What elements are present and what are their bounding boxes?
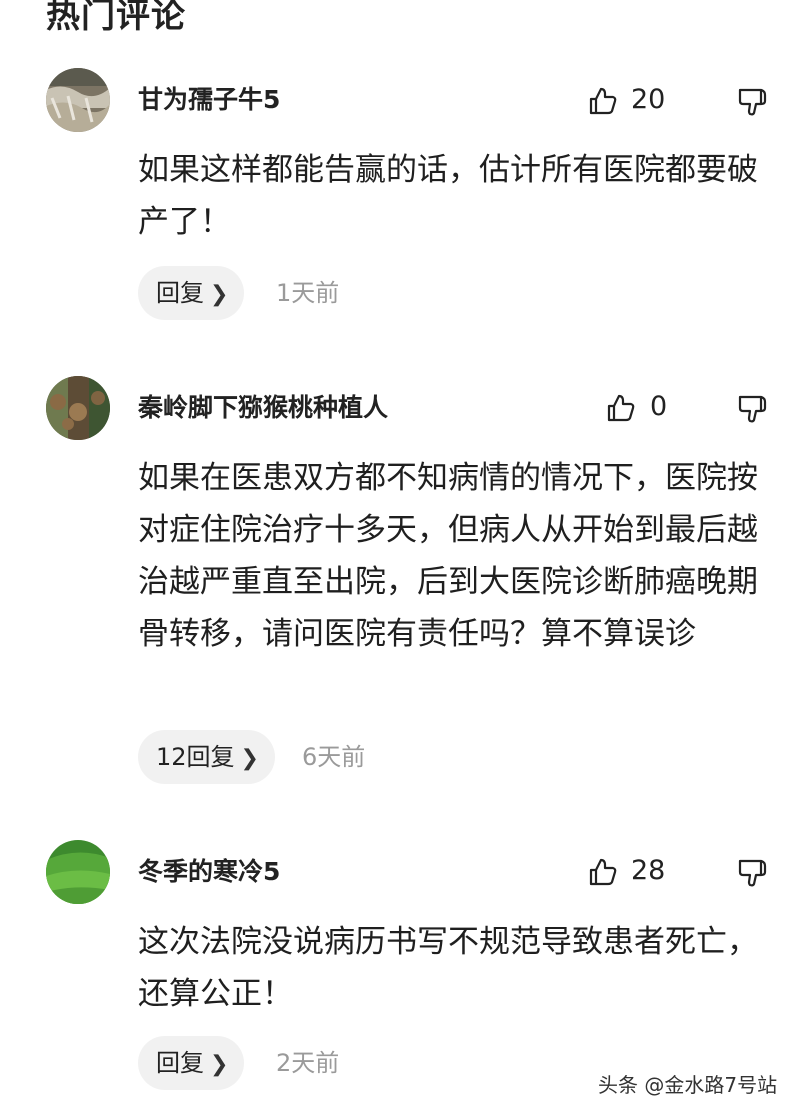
thumb-up-icon[interactable] bbox=[588, 857, 618, 887]
comment-text: 这次法院没说病历书写不规范导致患者死亡，还算公正！ bbox=[138, 924, 758, 1012]
thumb-down-icon[interactable] bbox=[737, 393, 769, 425]
thumb-down-icon[interactable] bbox=[737, 857, 769, 889]
kiwi-fruit-avatar-icon bbox=[46, 376, 110, 440]
comment-text: 如果这样都能告赢的话，估计所有医院都要破产了！ bbox=[138, 152, 758, 240]
reply-label: 回复 bbox=[156, 279, 204, 307]
avatar[interactable] bbox=[46, 840, 110, 904]
like-count: 0 bbox=[650, 391, 668, 422]
comment-time: 2天前 bbox=[276, 1049, 340, 1077]
thumb-up-icon[interactable] bbox=[606, 393, 636, 423]
reply-label: 回复 bbox=[156, 1049, 204, 1077]
like-count: 28 bbox=[631, 855, 666, 886]
reply-button[interactable]: 12回复 ❯ bbox=[138, 730, 275, 784]
reply-label: 12回复 bbox=[156, 743, 235, 771]
chevron-right-icon: ❯ bbox=[210, 1052, 229, 1077]
like-count: 20 bbox=[631, 84, 666, 115]
reply-button[interactable]: 回复 ❯ bbox=[138, 1036, 245, 1090]
watermark: 头条 @金水路7号站 bbox=[598, 1073, 778, 1097]
thumb-up-icon[interactable] bbox=[588, 86, 618, 116]
chevron-right-icon: ❯ bbox=[240, 746, 259, 771]
reply-button[interactable]: 回复 ❯ bbox=[138, 266, 245, 320]
comment-time: 1天前 bbox=[276, 279, 340, 307]
comment-time: 6天前 bbox=[302, 743, 366, 771]
comment-username[interactable]: 秦岭脚下猕猴桃种植人 bbox=[138, 392, 388, 424]
comment-text: 如果在医患双方都不知病情的情况下，医院按对症住院治疗十多天，但病人从开始到最后越… bbox=[138, 460, 758, 652]
avatar[interactable] bbox=[46, 68, 110, 132]
chevron-right-icon: ❯ bbox=[210, 282, 229, 307]
comment-username[interactable]: 冬季的寒冷5 bbox=[138, 856, 280, 888]
comment-username[interactable]: 甘为孺子牛5 bbox=[138, 84, 280, 116]
section-title: 热门评论 bbox=[46, 0, 186, 36]
waterfall-avatar-icon bbox=[46, 68, 110, 132]
grass-avatar-icon bbox=[46, 840, 110, 904]
thumb-down-icon[interactable] bbox=[737, 86, 769, 118]
avatar[interactable] bbox=[46, 376, 110, 440]
